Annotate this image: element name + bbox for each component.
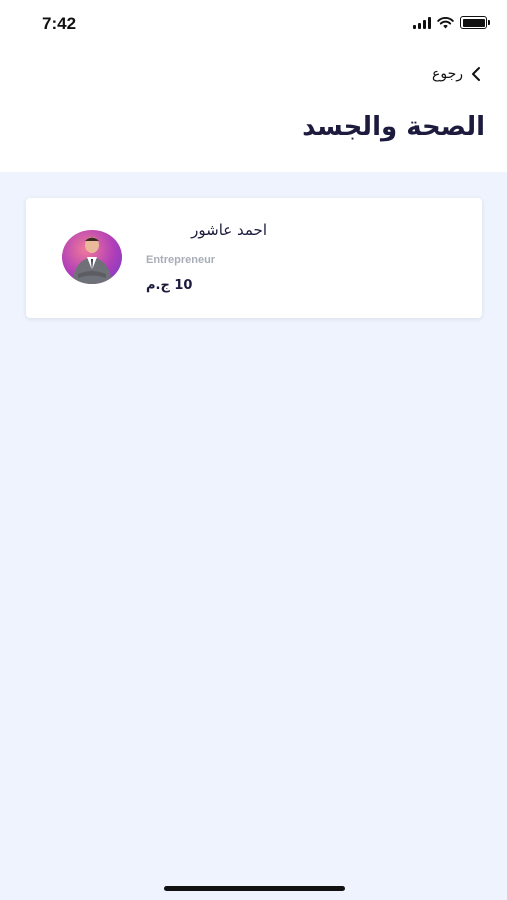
battery-icon [460, 16, 490, 29]
wifi-icon [437, 16, 454, 28]
instructor-card[interactable]: Entrepreneur 10 ج.م [26, 198, 482, 318]
header-area: 7:42 رجوع الصحة والجسد [0, 0, 507, 172]
status-time: 7:42 [42, 14, 77, 33]
back-label: رجوع [431, 66, 463, 82]
status-icons [413, 16, 490, 29]
avatar [62, 230, 122, 284]
home-indicator [164, 886, 345, 891]
cellular-signal-icon [413, 16, 431, 29]
instructor-name: احمد عاشور [191, 221, 267, 239]
instructor-role: Entrepreneur [146, 254, 216, 266]
chevron-left-icon [472, 67, 480, 81]
course-price: 10 ج.م [146, 278, 193, 293]
back-button[interactable]: رجوع [432, 66, 481, 82]
page-title: الصحة والجسد [302, 112, 485, 142]
person-avatar-icon [72, 237, 112, 284]
